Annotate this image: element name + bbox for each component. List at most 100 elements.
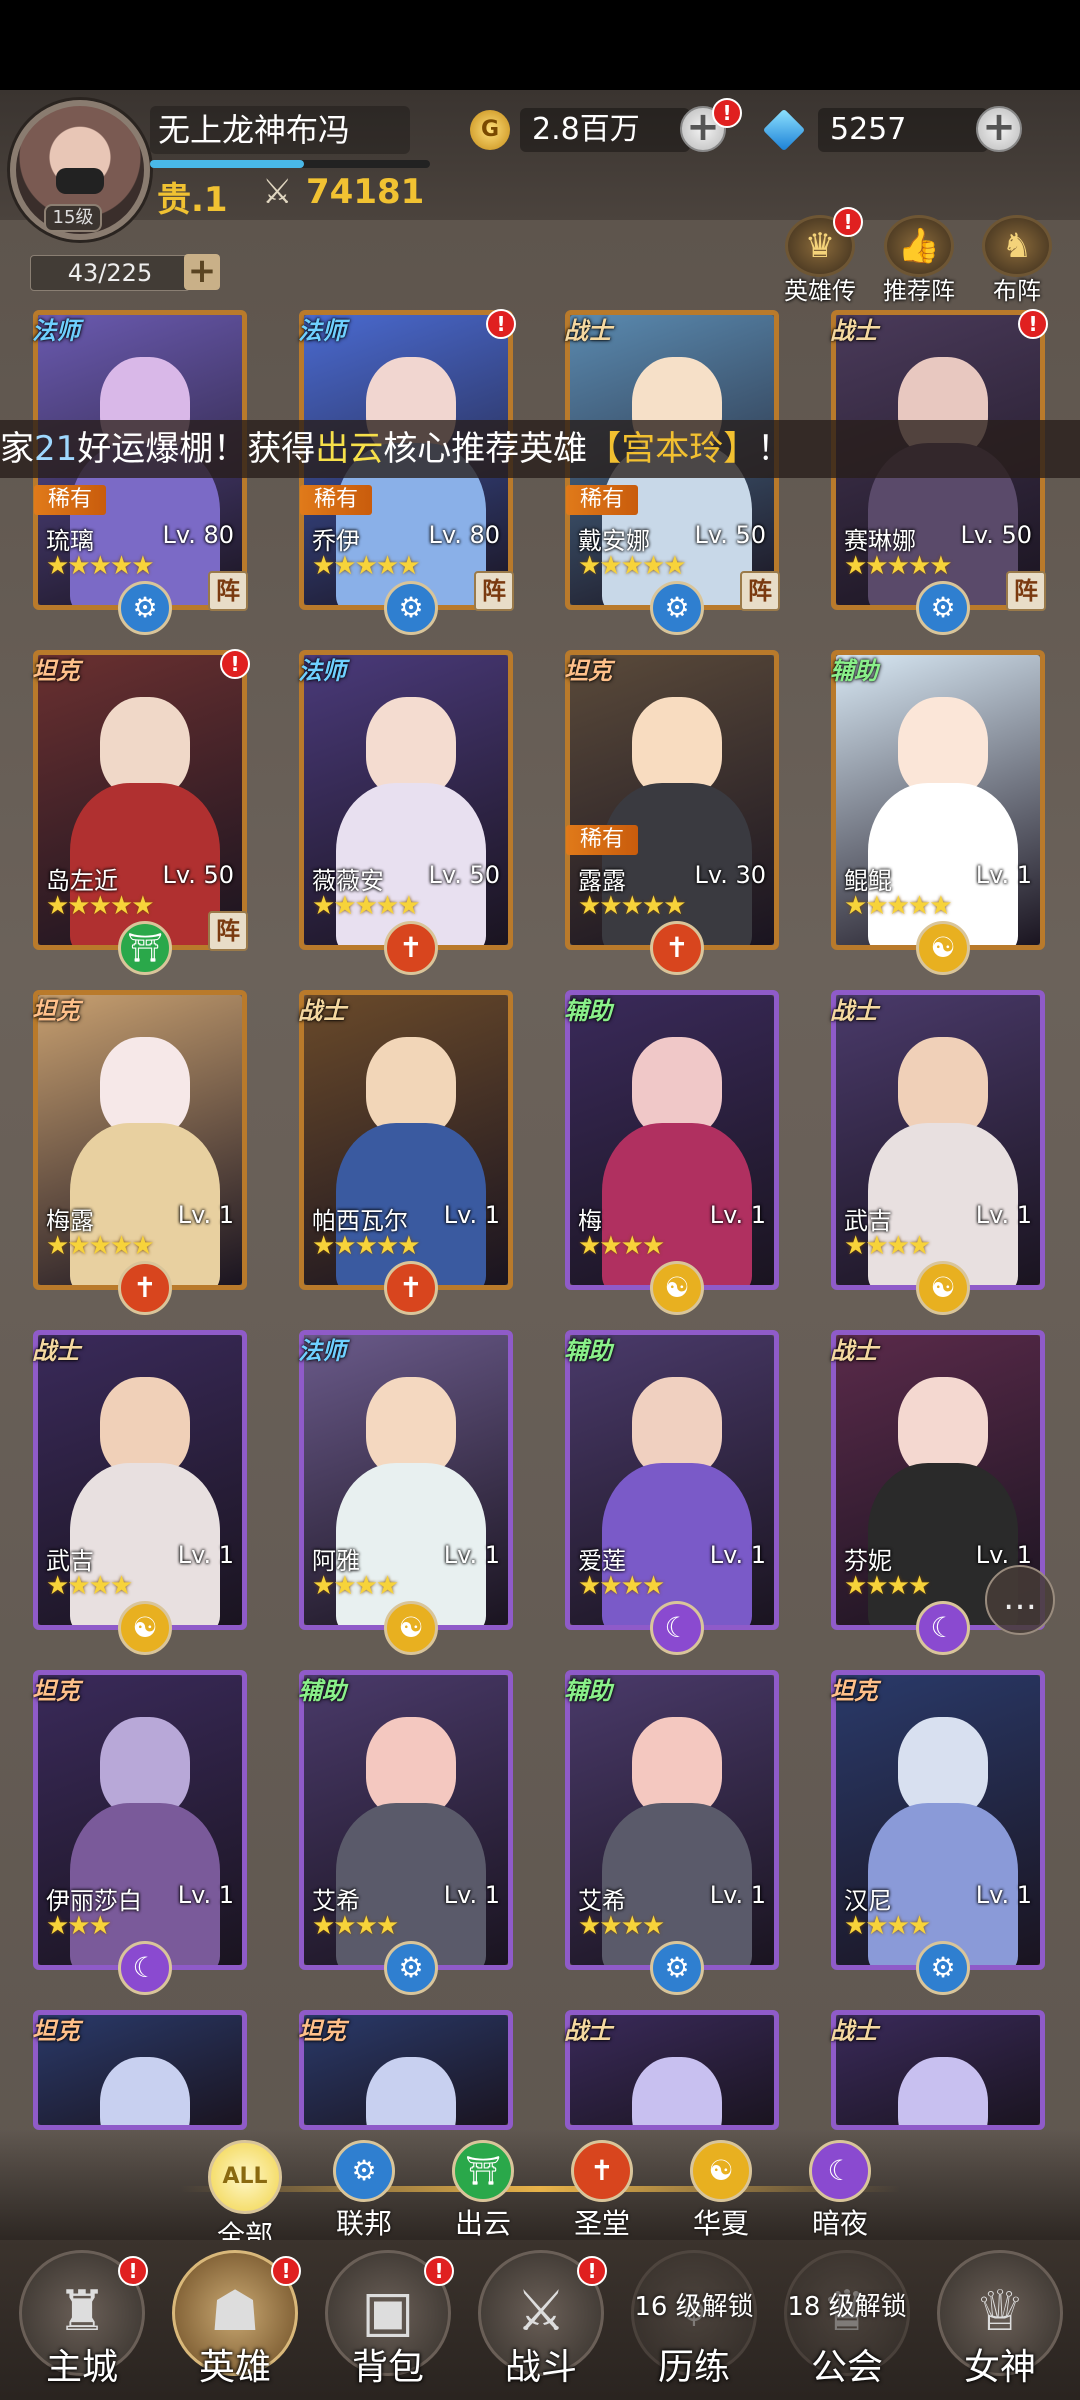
nav-label: 主城 [45,2347,118,2388]
hero-stars: ★★★★ [844,1911,931,1941]
nav-castle[interactable]: ♜ 主城! [12,2250,152,2400]
portrait-head [100,1037,190,1137]
cross-icon: ✝ [118,1261,172,1315]
hero-level: Lv. 50 [428,861,500,889]
expand-capacity-button[interactable]: + [184,254,220,290]
gold-alert-badge: ! [712,98,742,128]
hero-card[interactable]: 战士 帕西瓦尔 Lv. 1 ★★★★★ ✝ [298,990,513,1315]
hero-card[interactable]: 辅助梅 Lv. 1 ★★★★ ☯ [564,990,779,1315]
broadcast-text: 好运爆棚！获得 [77,429,316,469]
hero-stars: ★★★★★ [46,891,155,921]
gear-icon: ⚙ [650,581,704,635]
hero-card[interactable]: 辅助 艾希 Lv. 1 ★★★★ ⚙ [564,1670,779,1995]
hero-card[interactable]: 坦克 伊丽莎白 Lv. 1 ★★★ ☾ [32,1670,247,1995]
hero-class-badge: 辅助 [564,1677,612,1705]
hero-card[interactable]: 坦克 汉尼 Lv. 1 ★★★★ ⚙ [830,1670,1045,1995]
nav-hero[interactable]: ☗ 英雄! [165,2250,305,2400]
hero-card[interactable]: 法师 阿雅 Lv. 1 ★★★★ ☯ [298,1330,513,1655]
portrait-head [632,1717,722,1817]
hero-stars: ★★★★ [844,1571,931,1601]
cloud-icon: ☯ [916,921,970,975]
hero-card[interactable]: 辅助 爱莲 Lv. 1 ★★★★ ☾ [564,1330,779,1655]
hero-level: Lv. 1 [975,1881,1032,1909]
portrait-head [632,697,722,797]
faction-filter-label: 联邦 [335,2207,392,2240]
hero-card[interactable]: 战士 武吉 Lv. 1 ★★★★ ☯ [830,990,1045,1315]
hero-stars: ★★★★★ [844,891,953,921]
faction-filter-bar [0,2130,1080,2240]
hero-card[interactable]: 坦克 [298,2010,513,2130]
combat-power: 74181 [306,172,425,212]
gear-icon: ⚙ [384,581,438,635]
hero-legend-label: 英雄传 [784,277,856,305]
hero-alert-badge: ! [1018,309,1048,339]
hero-card[interactable]: 坦克 岛左近 Lv. 50 ★★★★★ ⛩ 阵! [32,649,250,975]
portrait-head [898,697,988,797]
nav-alert-badge: ! [271,2256,301,2286]
chat-bubble-icon[interactable]: … [985,1565,1055,1635]
player-level: 15级 [44,204,102,232]
hero-card[interactable]: 战士 [564,2010,779,2130]
hero-card[interactable]: 坦克 梅露 Lv. 1 ★★★★★ ✝ [32,990,247,1315]
hero-class-badge: 战士 [298,997,346,1025]
faction-filter-label: 华夏 [692,2207,749,2240]
hero-stars: ★★★★ [844,1231,931,1261]
hero-card[interactable]: 坦克 稀有 露露 Lv. 30 ★★★★★ ✝ [564,650,779,975]
hero-class-badge: 坦克 [32,2017,80,2045]
faction-filter-4[interactable]: ☯ 华夏 [671,2140,771,2242]
portrait-head [898,1717,988,1817]
hero-card[interactable]: 法师 薇薇安 Lv. 50 ★★★★★ ✝ [298,650,513,975]
hero-class-badge: 法师 [298,1337,346,1365]
nav-backpack[interactable]: ▣ 背包! [318,2250,458,2400]
hero-class-badge: 辅助 [564,1337,612,1365]
hero-card[interactable]: 辅助 艾希 Lv. 1 ★★★★ ⚙ [298,1670,513,1995]
nav-alert-badge: ! [577,2256,607,2286]
rare-tag: 稀有 [300,485,372,515]
portrait-head [632,1037,722,1137]
thumb-up-icon: 👍 [884,215,954,277]
hero-legend-button[interactable]: ♛ 英雄传 ! [775,207,865,310]
faction-filter-2[interactable]: ⛩ 出云 [433,2140,533,2242]
cross-icon: ✝ [384,921,438,975]
gear-icon: ⚙ [333,2140,395,2202]
hero-card[interactable]: 战士 [830,2010,1045,2130]
hero-legend-badge: ! [833,207,863,237]
recommended-team-button[interactable]: 👍 推荐阵 [874,215,964,310]
broadcast-hero: 【宫本玲】 [587,429,758,469]
hero-card[interactable]: 辅助 鲲鲲 Lv. 1 ★★★★★ ☯ [830,650,1045,975]
faction-filter-label: 出云 [454,2207,511,2240]
hero-card[interactable]: 战士 武吉 Lv. 1 ★★★★ ☯ [32,1330,247,1655]
faction-filter-5[interactable]: ☾ 暗夜 [790,2140,890,2242]
rare-tag: 稀有 [566,485,638,515]
hero-class-badge: 坦克 [32,997,80,1025]
nav-alert-badge: ! [424,2256,454,2286]
hero-class-badge: 战士 [564,2017,612,2045]
hero-level: Lv. 1 [177,1201,234,1229]
broadcast-prefix: 家 [0,429,34,469]
formation-button[interactable]: ♞ 布阵 [972,215,1062,310]
faction-filter-3[interactable]: ✝ 圣堂 [552,2140,652,2242]
cross-icon: ✝ [571,2140,633,2202]
nav-swords[interactable]: ⚔ 战斗! [471,2250,611,2400]
faction-filter-1[interactable]: ⚙ 联邦 [314,2140,414,2242]
portrait-head [632,1377,722,1477]
gold-value: 2.8百万 [520,108,690,152]
faction-filter-label: 暗夜 [811,2207,868,2240]
hero-card[interactable]: 坦克 [32,2010,247,2130]
hero-class-badge: 战士 [830,317,878,345]
add-diamond-button[interactable]: + [976,106,1022,152]
hero-stars: ★★★★★ [578,891,687,921]
all-icon: ALL [208,2140,282,2214]
moon-icon: ☾ [650,1601,704,1655]
hero-level: Lv. 1 [443,1881,500,1909]
nav-guild[interactable]: ♛ 公会 18 级解锁 [777,2250,917,2400]
faction-filter-0[interactable]: ALL 全部 [195,2140,295,2254]
nav-label: 背包 [351,2347,424,2388]
vip-level[interactable]: 贵.1 [157,172,228,221]
nav-goddess[interactable]: ♕ 女神 [930,2250,1070,2400]
hero-class-badge: 坦克 [32,1677,80,1705]
nav-map-pin[interactable]: ⌖ 历练 16 级解锁 [624,2250,764,2400]
gold-counter: G 2.8百万 [470,108,710,154]
avatar-mask [56,168,104,194]
nav-alert-badge: ! [118,2256,148,2286]
